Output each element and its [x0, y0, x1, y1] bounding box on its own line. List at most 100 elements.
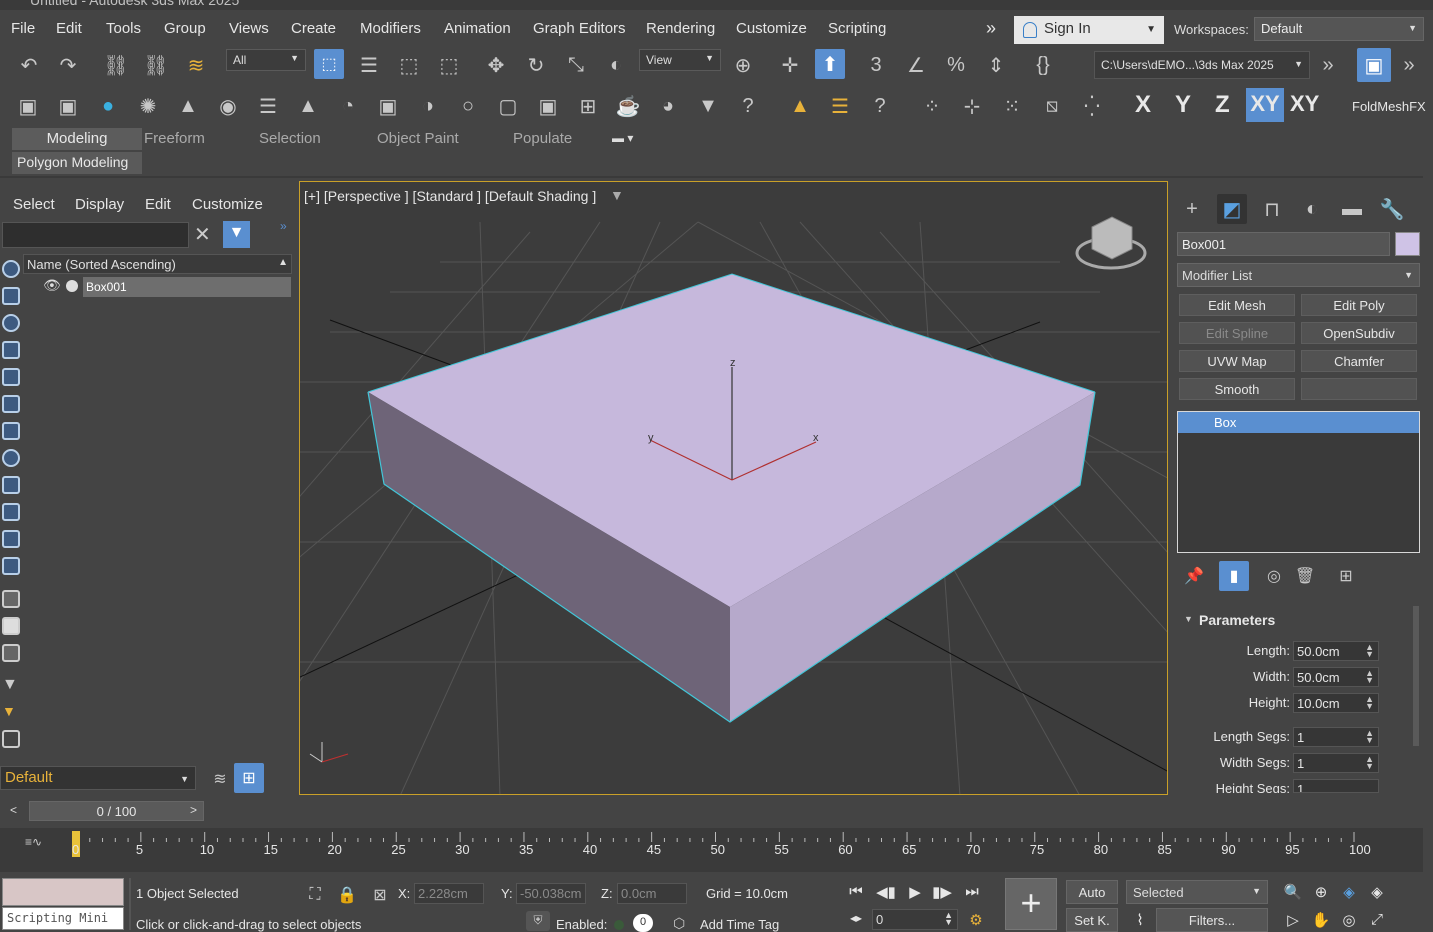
overflow-icon[interactable]: »	[1394, 50, 1424, 80]
previous-frame-icon[interactable]: ◀▮	[874, 880, 898, 904]
display-all-icon[interactable]	[2, 590, 20, 608]
menu-rendering[interactable]: Rendering	[646, 20, 715, 37]
spacewarp-filter-icon[interactable]	[2, 395, 20, 413]
spinner-arrows-icon[interactable]: ▲ ▼	[1365, 695, 1374, 711]
foldmeshfx-plugin[interactable]: FoldMeshFX	[1352, 99, 1426, 114]
axis-xy-cycle-button[interactable]: XY	[1290, 91, 1319, 117]
list-item[interactable]: 👁 Box001	[23, 277, 292, 297]
go-to-end-icon[interactable]: ⏭	[960, 880, 984, 904]
bulb-icon[interactable]: ○	[453, 91, 483, 121]
spinner-arrows-icon[interactable]: ▲ ▼	[944, 911, 953, 927]
cluster-icon[interactable]: ⁙	[997, 91, 1027, 121]
current-frame-field[interactable]: 0 ▲ ▼	[872, 909, 958, 930]
filter-settings-icon[interactable]: ▼	[2, 703, 20, 721]
lock-icon[interactable]: 🔒	[332, 880, 362, 910]
unlink-icon[interactable]: ⛓	[141, 50, 171, 80]
render-frame-icon[interactable]: ▣	[373, 91, 403, 121]
empty-modifier-button[interactable]	[1301, 378, 1417, 400]
object-name-input[interactable]: Box001	[1177, 232, 1390, 256]
zoom-extents-all-icon[interactable]: ◈	[1365, 880, 1389, 904]
filter-icon[interactable]: ▼	[223, 221, 250, 248]
material-editor-icon[interactable]: ◉	[213, 91, 243, 121]
axis-xy-button[interactable]: XY	[1246, 88, 1284, 122]
spinner-arrows-icon[interactable]: ▲ ▼	[1365, 755, 1374, 771]
select-by-name-icon[interactable]: ☰	[354, 50, 384, 80]
overflow-icon[interactable]: »	[1313, 50, 1343, 80]
sign-in-button[interactable]: Sign In ▼	[1014, 16, 1164, 44]
maximize-viewport-icon[interactable]: ⤢	[1365, 908, 1389, 932]
light-icon[interactable]: ●	[93, 91, 123, 121]
param-width-spinner[interactable]: 50.0cm ▲ ▼	[1293, 667, 1379, 687]
se-menu-select[interactable]: Select	[13, 196, 55, 213]
select-object-icon[interactable]: ⬚	[314, 49, 344, 79]
menu-modifiers[interactable]: Modifiers	[360, 20, 421, 37]
container-filter-icon[interactable]	[2, 503, 20, 521]
play-icon[interactable]: ▶	[903, 880, 927, 904]
eye-icon[interactable]: 👁	[43, 277, 61, 294]
pin-stack-icon[interactable]: 📌	[1179, 561, 1209, 591]
light-filter-icon[interactable]	[2, 314, 20, 332]
environment-icon[interactable]: ◑	[413, 91, 443, 121]
menu-customize[interactable]: Customize	[736, 20, 807, 37]
filters-button[interactable]: Filters...	[1156, 908, 1268, 932]
selection-filter-select[interactable]: All ▼	[226, 49, 306, 71]
isolate-selection-icon[interactable]: ⛶	[300, 880, 330, 910]
key-filter-select[interactable]: Selected ▼	[1126, 880, 1268, 904]
set-key-big-button[interactable]: +	[1005, 878, 1057, 930]
edit-mesh-button[interactable]: Edit Mesh	[1179, 294, 1295, 316]
stack-item-box[interactable]: Box	[1178, 412, 1419, 433]
show-end-result-icon[interactable]: ▮	[1219, 561, 1249, 591]
menu-group[interactable]: Group	[164, 20, 206, 37]
tab-modeling[interactable]: Modeling	[12, 128, 142, 150]
scripting-mini-input[interactable]: Scripting Mini	[2, 907, 124, 930]
list-icon[interactable]: ☰	[253, 91, 283, 121]
field-of-view-icon[interactable]: ▷	[1281, 908, 1305, 932]
chamfer-button[interactable]: Chamfer	[1301, 350, 1417, 372]
polygon-modeling-panel[interactable]: Polygon Modeling	[12, 152, 142, 174]
command-panel-scrollbar[interactable]	[1413, 606, 1419, 746]
sphere-filter-icon[interactable]	[2, 260, 20, 278]
expand-icon[interactable]: »	[280, 219, 287, 233]
se-menu-customize[interactable]: Customize	[192, 196, 263, 213]
param-height-segs-spinner[interactable]: 1	[1293, 779, 1379, 793]
render-setup-icon[interactable]: ▣	[533, 91, 563, 121]
save-icon[interactable]: ▣	[1357, 48, 1391, 82]
enabled-toggle[interactable]: 0	[633, 914, 653, 932]
tree-icon[interactable]: ▲	[173, 91, 203, 121]
sort-by-hierarchy-icon[interactable]: ⊞	[234, 763, 264, 793]
spinner-arrows-icon[interactable]: ▲ ▼	[1365, 643, 1374, 659]
zoom-all-icon[interactable]: ⊕	[1309, 880, 1333, 904]
help-icon[interactable]: ?	[733, 91, 763, 121]
param-width-segs-spinner[interactable]: 1 ▲ ▼	[1293, 753, 1379, 773]
helper-filter-icon[interactable]	[2, 368, 20, 386]
remove-modifier-icon[interactable]: 🗑	[1290, 561, 1320, 591]
pan-icon[interactable]: ✋	[1309, 908, 1333, 932]
group-filter-icon[interactable]	[2, 422, 20, 440]
project-folder-select[interactable]: C:\Users\dEMO...\3ds Max 2025 ▼	[1094, 51, 1310, 79]
menu-graph-editors[interactable]: Graph Editors	[533, 20, 626, 37]
curve-editor-icon[interactable]: ≡∿	[25, 835, 42, 849]
spinner-snap-icon[interactable]: ⇕	[981, 50, 1011, 80]
xref-filter-icon[interactable]	[2, 449, 20, 467]
collapse-icon[interactable]: ▼	[1184, 614, 1193, 624]
scatter-list-icon[interactable]: ☰	[825, 91, 855, 121]
utilities-tab-icon[interactable]: 🔧	[1377, 194, 1407, 224]
select-manipulate-icon[interactable]: ✛	[775, 50, 805, 80]
add-time-tag[interactable]: Add Time Tag	[700, 917, 779, 932]
keyboard-shortcut-override-icon[interactable]: ⬆	[815, 49, 845, 79]
y-coordinate-field[interactable]: -50.038cm	[516, 883, 586, 904]
snap-points-icon[interactable]: ⊹	[957, 91, 987, 121]
teapot-icon[interactable]: ☕	[613, 91, 643, 121]
key-tangent-icon[interactable]: ⌇	[1128, 908, 1152, 932]
shader-ball-icon[interactable]: ◕	[653, 91, 683, 121]
hidden-filter-icon[interactable]	[2, 557, 20, 575]
close-icon[interactable]: ✕	[194, 222, 211, 247]
layer-select[interactable]: Default ▼	[0, 766, 196, 790]
axis-y-button[interactable]: Y	[1175, 91, 1191, 119]
rotate-icon[interactable]: ↻	[521, 50, 551, 80]
menu-file[interactable]: File	[11, 20, 35, 37]
time-configuration-icon[interactable]: ⚙	[964, 908, 988, 932]
distribute-icon[interactable]: ⁛	[1077, 91, 1107, 121]
foliage-icon[interactable]: ▲	[293, 91, 323, 121]
menu-create[interactable]: Create	[291, 20, 336, 37]
